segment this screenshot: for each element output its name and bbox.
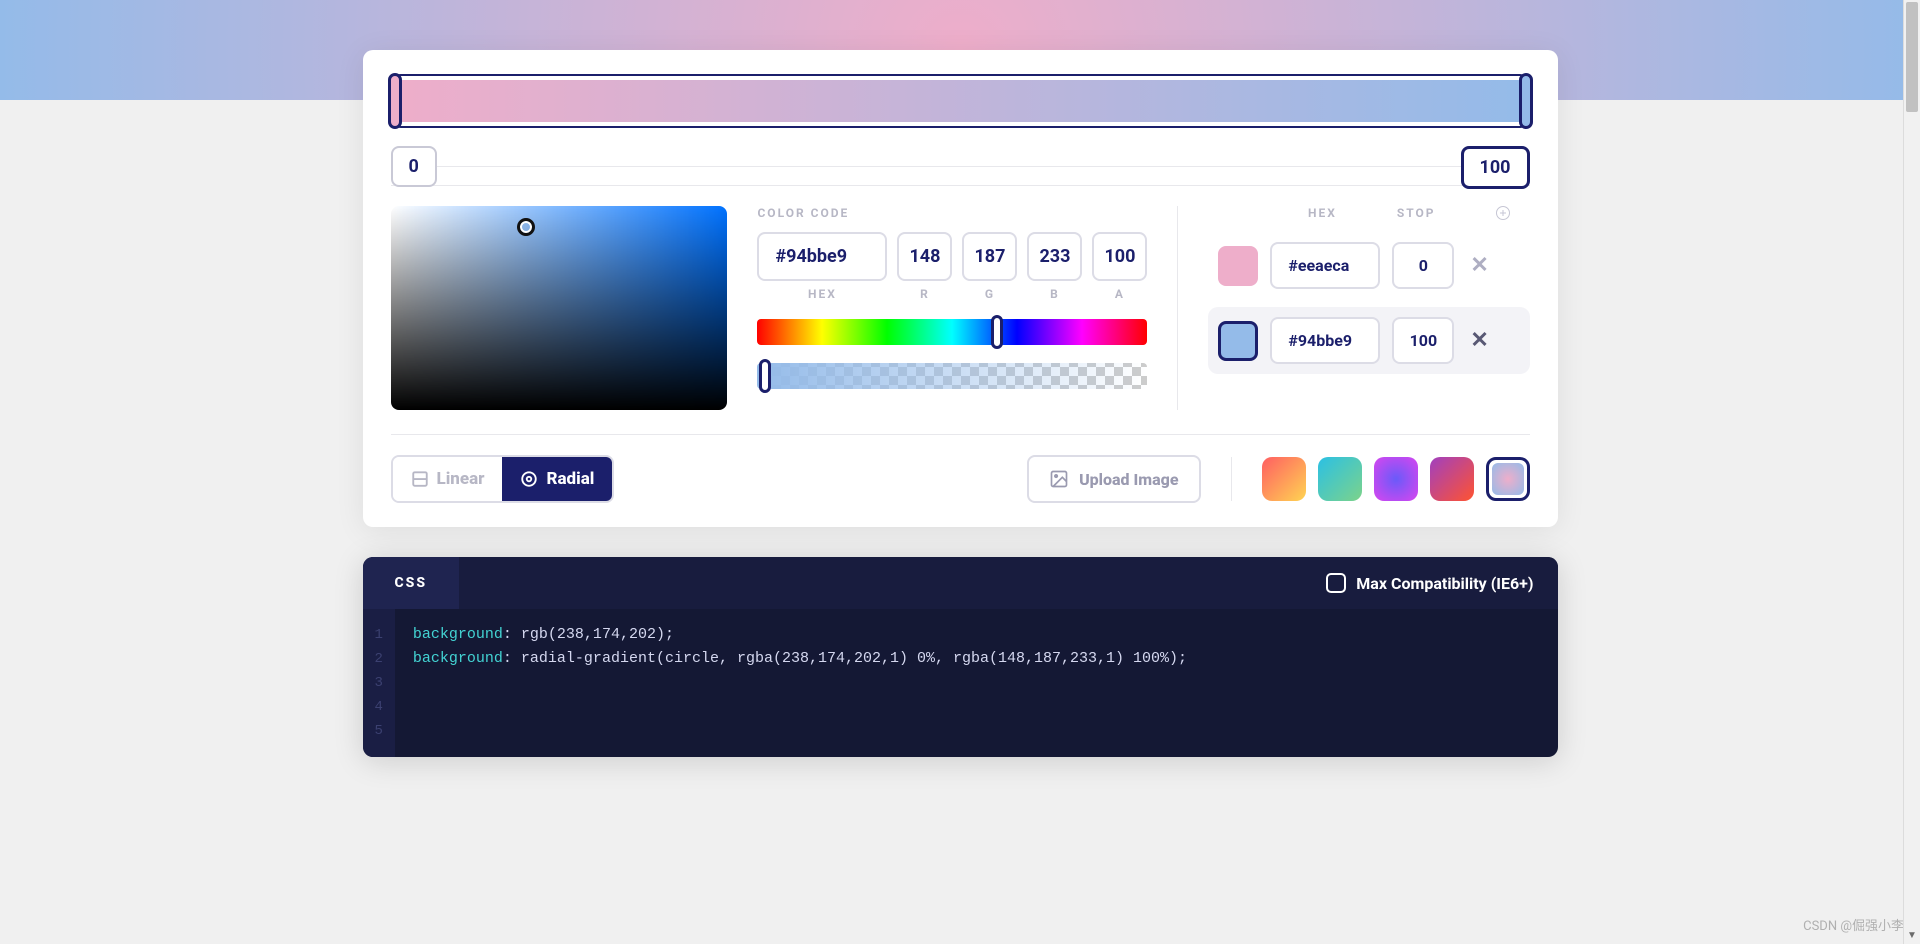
stop-position-track: 0 100 <box>391 146 1530 186</box>
add-stop-icon[interactable] <box>1496 206 1510 220</box>
gradient-stop-handle-right[interactable] <box>1519 73 1533 129</box>
gradient-stop-handle-left[interactable] <box>388 73 402 129</box>
stop-hex-input[interactable]: #94bbe9 <box>1270 317 1380 364</box>
upload-image-button[interactable]: Upload Image <box>1027 455 1200 503</box>
hex-input[interactable]: #94bbe9 <box>757 232 887 281</box>
radial-icon <box>520 470 538 488</box>
hue-slider[interactable] <box>757 319 1147 345</box>
code-text[interactable]: background: rgb(238,174,202); background… <box>395 609 1205 757</box>
max-compat-label: Max Compatibility (IE6+) <box>1356 574 1533 593</box>
preset-swatch-selected[interactable] <box>1486 457 1530 501</box>
hex-sublabel: HEX <box>757 287 887 301</box>
saturation-cursor[interactable] <box>517 218 535 236</box>
stop-position-right[interactable]: 100 <box>1461 146 1530 189</box>
g-input[interactable]: 187 <box>962 232 1017 281</box>
linear-toggle-button[interactable]: Linear <box>393 457 503 501</box>
a-sublabel: A <box>1092 287 1147 301</box>
alpha-slider[interactable] <box>757 363 1147 389</box>
gradient-type-toggle: Linear Radial <box>391 455 615 503</box>
gradient-bar[interactable] <box>391 74 1530 128</box>
preset-swatch[interactable] <box>1374 457 1418 501</box>
stop-swatch[interactable] <box>1218 246 1258 286</box>
stops-header-hex: HEX <box>1308 206 1337 220</box>
preset-list <box>1262 457 1530 501</box>
scroll-down-arrow-icon[interactable]: ▼ <box>1904 927 1920 944</box>
gradient-bar-fill <box>397 80 1524 122</box>
saturation-picker[interactable] <box>391 206 728 410</box>
line-gutter: 1 2 3 4 5 <box>363 609 395 757</box>
stop-pos-input[interactable]: 0 <box>1392 242 1454 289</box>
color-code-label: COLOR CODE <box>757 206 1147 220</box>
radial-label: Radial <box>546 469 594 489</box>
css-tab[interactable]: CSS <box>363 557 460 609</box>
checkbox-icon[interactable] <box>1326 573 1346 593</box>
stops-panel: HEX STOP #eeaeca 0 ✕ #94bbe9 100 ✕ <box>1208 206 1529 410</box>
preset-swatch[interactable] <box>1430 457 1474 501</box>
preset-swatch[interactable] <box>1262 457 1306 501</box>
preset-swatch[interactable] <box>1318 457 1362 501</box>
r-input[interactable]: 148 <box>897 232 952 281</box>
gradient-editor-card: 0 100 COLOR CODE #94bbe9 148 187 233 100… <box>363 50 1558 527</box>
stop-position-left[interactable]: 0 <box>391 146 437 187</box>
image-icon <box>1049 469 1069 489</box>
upload-label: Upload Image <box>1079 470 1178 489</box>
watermark: CSDN @倔强小李 <box>1803 915 1904 934</box>
stops-header-stop: STOP <box>1397 206 1436 220</box>
stop-row[interactable]: #eeaeca 0 ✕ <box>1208 232 1529 299</box>
stop-pos-input[interactable]: 100 <box>1392 317 1454 364</box>
b-input[interactable]: 233 <box>1027 232 1082 281</box>
stop-hex-input[interactable]: #eeaeca <box>1270 242 1380 289</box>
alpha-handle[interactable] <box>759 359 771 393</box>
g-sublabel: G <box>962 287 1017 301</box>
scrollbar[interactable]: ▲ ▼ <box>1903 0 1920 944</box>
hue-handle[interactable] <box>991 315 1003 349</box>
linear-icon <box>411 470 429 488</box>
remove-stop-button[interactable]: ✕ <box>1466 328 1492 353</box>
stop-row[interactable]: #94bbe9 100 ✕ <box>1208 307 1529 374</box>
linear-label: Linear <box>437 469 485 489</box>
a-input[interactable]: 100 <box>1092 232 1147 281</box>
color-code-panel: COLOR CODE #94bbe9 148 187 233 100 HEX R… <box>757 206 1147 410</box>
b-sublabel: B <box>1027 287 1082 301</box>
max-compat-toggle[interactable]: Max Compatibility (IE6+) <box>1326 573 1557 593</box>
code-output-panel: CSS Max Compatibility (IE6+) 1 2 3 4 5 b… <box>363 557 1558 757</box>
stop-swatch[interactable] <box>1218 321 1258 361</box>
vertical-divider <box>1177 206 1178 410</box>
radial-toggle-button[interactable]: Radial <box>502 457 612 501</box>
r-sublabel: R <box>897 287 952 301</box>
stop-track-line <box>391 166 1530 167</box>
divider <box>1231 457 1232 501</box>
scroll-thumb[interactable] <box>1906 2 1918 112</box>
remove-stop-button[interactable]: ✕ <box>1466 253 1492 278</box>
